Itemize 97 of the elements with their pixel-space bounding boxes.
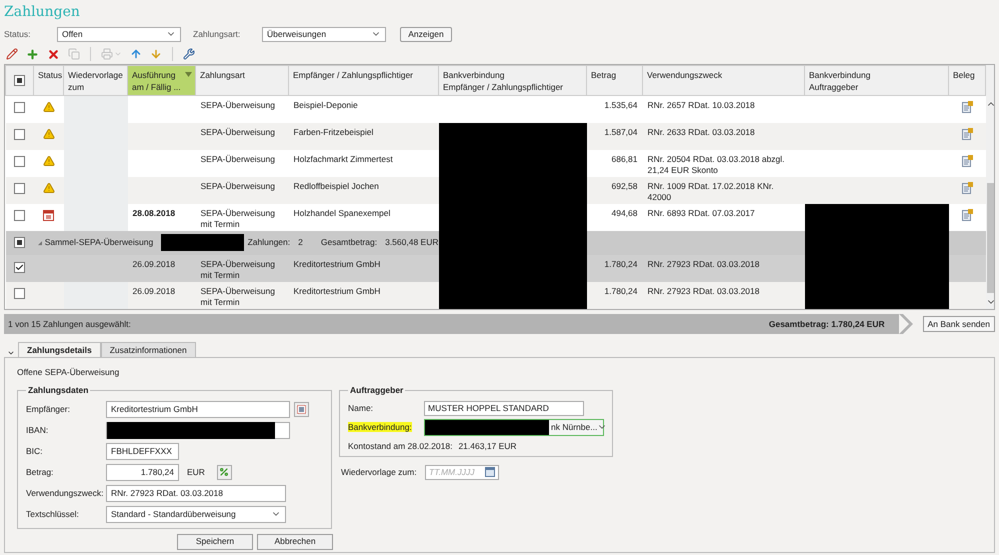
total-amount: Gesamtbetrag: 1.780,24 EUR bbox=[768, 318, 885, 330]
table-cell: Holzhandel Spanexempel bbox=[294, 208, 390, 218]
table-cell: 1.780,24 bbox=[604, 286, 638, 296]
document-icon[interactable] bbox=[962, 209, 972, 222]
scrollbar[interactable] bbox=[986, 65, 994, 309]
form-button[interactable]: Speichern bbox=[177, 534, 253, 550]
table-cell: SEPA-Überweisung mit Termin bbox=[200, 208, 275, 229]
table-cell: 1.780,24 bbox=[604, 258, 638, 269]
table-cell: SEPA-Überweisung bbox=[200, 100, 275, 110]
checkbox[interactable] bbox=[14, 288, 25, 300]
currency-label: EUR bbox=[187, 466, 205, 478]
table-cell: 3.560,48 EUR bbox=[385, 236, 438, 250]
calendar-icon bbox=[485, 467, 495, 478]
table-cell: SEPA-Überweisung mit Termin bbox=[200, 258, 275, 280]
tab[interactable]: Zusatzinformationen bbox=[100, 342, 196, 357]
document-icon[interactable] bbox=[962, 155, 972, 168]
wrench-icon[interactable] bbox=[183, 48, 195, 60]
table-cell: RNr. 27923 RDat. 03.03.2018 bbox=[648, 258, 760, 269]
checkbox[interactable] bbox=[14, 237, 25, 248]
document-icon[interactable] bbox=[962, 128, 972, 140]
balance-label: Kontostand am 28.02.2018: bbox=[348, 440, 452, 452]
table-cell: 26.09.2018 bbox=[132, 286, 176, 296]
field-label: Verwendungszweck: bbox=[26, 486, 104, 500]
payment-subtitle: Offene SEPA-Überweisung bbox=[17, 367, 120, 377]
recipient-field[interactable]: Kreditortestrium GmbH bbox=[106, 400, 290, 418]
table-cell: RNr. 27923 RDat. 03.03.2018 bbox=[648, 286, 760, 296]
field-label: Wiedervorlage zum: bbox=[341, 466, 418, 479]
table-cell: Gesamtbetrag: bbox=[320, 236, 378, 250]
document-icon[interactable] bbox=[962, 182, 972, 194]
field-label: Textschlüssel: bbox=[26, 508, 80, 520]
selection-count: 1 von 15 Zahlungen ausgewählt: bbox=[8, 318, 131, 330]
table-cell: 686,81 bbox=[612, 154, 638, 164]
table-cell: RNr. 1009 RDat. 17.02.2018 KNr. 42000 bbox=[648, 180, 774, 202]
filter-dropdown[interactable]: Offen bbox=[57, 26, 181, 42]
table-cell: Kreditortestrium GmbH bbox=[294, 286, 380, 296]
table-cell: Sammel-SEPA-Überweisung bbox=[44, 236, 154, 250]
expand-toggle-icon[interactable] bbox=[38, 240, 42, 246]
checkbox[interactable] bbox=[14, 102, 25, 113]
filter-label: Zahlungsart: bbox=[193, 28, 242, 40]
table-cell: 1.535,64 bbox=[604, 100, 638, 110]
group-title: Auftraggeber bbox=[349, 384, 404, 396]
amount-field[interactable]: 1.780,24 bbox=[106, 464, 179, 480]
field-label: Name: bbox=[348, 402, 374, 414]
address-book-button[interactable] bbox=[294, 402, 309, 416]
table-cell: SEPA-Überweisung bbox=[200, 180, 275, 191]
checkbox[interactable] bbox=[14, 262, 25, 273]
checkbox[interactable] bbox=[14, 128, 25, 140]
filter-dropdown[interactable]: Überweisungen bbox=[262, 26, 386, 42]
table-cell: Kreditortestrium GmbH bbox=[294, 258, 380, 269]
checkbox[interactable] bbox=[14, 75, 25, 86]
table-cell: Redloffbeispiel Jochen bbox=[294, 180, 379, 191]
arrow-up-icon[interactable] bbox=[130, 48, 142, 60]
table-cell: RNr. 2657 RDat. 10.03.2018 bbox=[648, 100, 755, 110]
edit-icon[interactable] bbox=[6, 48, 18, 60]
page-title: Zahlungen bbox=[4, 4, 81, 20]
table-cell: 28.08.2018 bbox=[132, 208, 176, 218]
filter-label: Status: bbox=[4, 28, 32, 40]
field-label: Betrag: bbox=[26, 466, 54, 478]
table-cell: RNr. 20504 RDat. 03.03.2018 abzgl. 21,24 EUR Skonto bbox=[648, 154, 785, 175]
text-key-dropdown[interactable]: Standard - Standardüberweisung bbox=[106, 506, 286, 522]
table-cell: Farben-Fritzebeispiel bbox=[294, 126, 374, 137]
sort-icon bbox=[185, 72, 192, 77]
table-cell: SEPA-Überweisung bbox=[200, 154, 275, 164]
bank-account-dropdown[interactable]: nk Nürnbe... bbox=[424, 418, 604, 436]
table-cell: Holzfachmarkt Zimmertest bbox=[294, 154, 393, 164]
purpose-field[interactable]: RNr. 27923 RDat. 03.03.2018 bbox=[106, 484, 286, 502]
field-label: Bankverbindung: bbox=[348, 422, 412, 432]
table-cell: SEPA-Überweisung bbox=[200, 126, 275, 137]
field-label: BIC: bbox=[26, 444, 44, 458]
send-to-bank-button[interactable]: An Bank senden bbox=[922, 316, 995, 332]
checkbox[interactable] bbox=[14, 156, 25, 167]
show-button[interactable]: Anzeigen bbox=[400, 26, 452, 42]
field-label: Empfänger: bbox=[26, 402, 71, 416]
table-cell: 494,68 bbox=[612, 208, 638, 218]
table-cell: SEPA-Überweisung mit Termin bbox=[200, 286, 275, 307]
group-title: Zahlungsdaten bbox=[27, 384, 90, 396]
table-cell: 2 bbox=[298, 236, 303, 250]
table-cell: 26.09.2018 bbox=[132, 258, 176, 269]
table-cell: RNr. 6893 RDat. 07.03.2017 bbox=[648, 208, 755, 218]
checkbox[interactable] bbox=[14, 210, 25, 221]
table-cell: Beispiel-Deponie bbox=[294, 100, 358, 110]
document-icon[interactable] bbox=[962, 101, 972, 114]
collapse-icon[interactable] bbox=[7, 349, 15, 357]
form-button[interactable]: Abbrechen bbox=[257, 534, 333, 550]
table-cell: RNr. 2633 RDat. 03.03.2018 bbox=[648, 126, 755, 137]
add-icon[interactable] bbox=[26, 48, 39, 60]
percent-icon[interactable] bbox=[219, 467, 230, 477]
balance-value: 21.463,17 EUR bbox=[458, 440, 517, 452]
table-cell: 692,58 bbox=[612, 180, 638, 191]
delete-icon[interactable] bbox=[47, 48, 60, 60]
bic-field[interactable]: FBHLDEFFXXX bbox=[106, 442, 179, 460]
field-label: IBAN: bbox=[26, 424, 50, 436]
table-cell: Zahlungen: bbox=[248, 236, 290, 250]
table-cell: 1.587,04 bbox=[604, 126, 638, 137]
name-field[interactable]: MUSTER HOPPEL STANDARD bbox=[424, 400, 584, 416]
tab[interactable]: Zahlungsdetails bbox=[18, 342, 101, 357]
checkbox[interactable] bbox=[14, 182, 25, 194]
